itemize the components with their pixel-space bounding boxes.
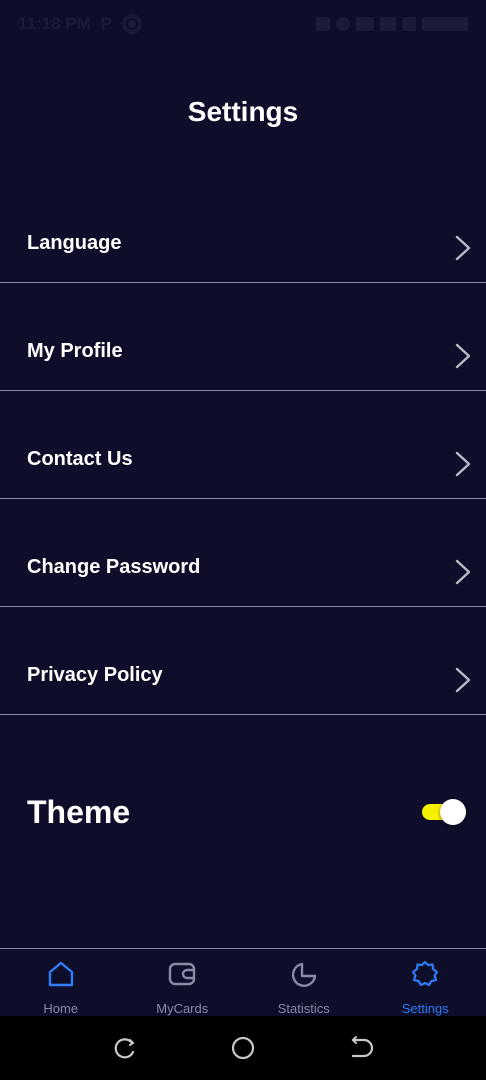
status-left: 11:18 PM P <box>18 14 143 34</box>
bottom-nav: Home MyCards Statistics Settings <box>0 948 486 1016</box>
home-icon <box>48 961 73 987</box>
nav-label: Home <box>43 1001 79 1016</box>
chevron-right-icon <box>455 667 471 692</box>
toggle-knob <box>440 799 466 825</box>
settings-item-contact-us[interactable]: Contact Us <box>0 391 486 499</box>
settings-item-label: My Profile <box>27 340 123 362</box>
status-icons <box>316 17 468 31</box>
chevron-right-icon <box>455 235 471 260</box>
chevron-right-icon <box>455 343 471 368</box>
gear-icon <box>412 960 439 987</box>
system-nav-bar <box>0 1016 486 1080</box>
nav-item-mycards[interactable]: MyCards <box>122 949 244 1016</box>
settings-item-privacy-policy[interactable]: Privacy Policy <box>0 607 486 715</box>
settings-item-label: Language <box>27 232 122 254</box>
settings-item-language[interactable]: Language <box>0 175 486 283</box>
recent-apps-icon[interactable] <box>112 1035 138 1061</box>
settings-item-change-password[interactable]: Change Password <box>0 499 486 607</box>
nav-label: MyCards <box>156 1001 209 1016</box>
theme-row: Theme <box>0 780 486 844</box>
wifi-icon <box>356 17 374 31</box>
chevron-right-icon <box>455 451 471 476</box>
chevron-right-icon <box>455 559 471 584</box>
nav-label: Settings <box>401 1001 449 1016</box>
theme-label: Theme <box>27 793 131 830</box>
signal-icon <box>380 17 396 31</box>
back-icon[interactable] <box>348 1035 374 1061</box>
status-time: 11:18 PM <box>18 14 91 33</box>
status-bar: 11:18 PM P <box>0 0 486 48</box>
mute-icon <box>316 17 330 31</box>
alarm-icon <box>336 17 350 31</box>
settings-item-label: Contact Us <box>27 448 133 470</box>
status-p-indicator: P <box>100 14 113 33</box>
nav-item-settings[interactable]: Settings <box>365 949 486 1016</box>
settings-item-my-profile[interactable]: My Profile <box>0 283 486 391</box>
pie-chart-icon <box>291 962 316 987</box>
nav-label: Statistics <box>277 1001 330 1016</box>
signal-2-icon <box>402 17 416 31</box>
nav-item-statistics[interactable]: Statistics <box>243 949 365 1016</box>
nav-item-home[interactable]: Home <box>0 949 122 1016</box>
theme-toggle[interactable] <box>422 798 468 826</box>
wallet-icon <box>169 962 196 986</box>
page-title: Settings <box>187 96 299 127</box>
settings-list: Language My Profile Contact Us Change Pa… <box>0 175 486 715</box>
notification-app-icon <box>122 14 143 34</box>
settings-item-label: Privacy Policy <box>27 664 163 686</box>
settings-item-label: Change Password <box>27 556 201 578</box>
settings-screen: 11:18 PM P Settings Language My Profile … <box>0 0 486 1080</box>
battery-icon <box>422 17 468 31</box>
home-button-icon[interactable] <box>230 1035 256 1061</box>
